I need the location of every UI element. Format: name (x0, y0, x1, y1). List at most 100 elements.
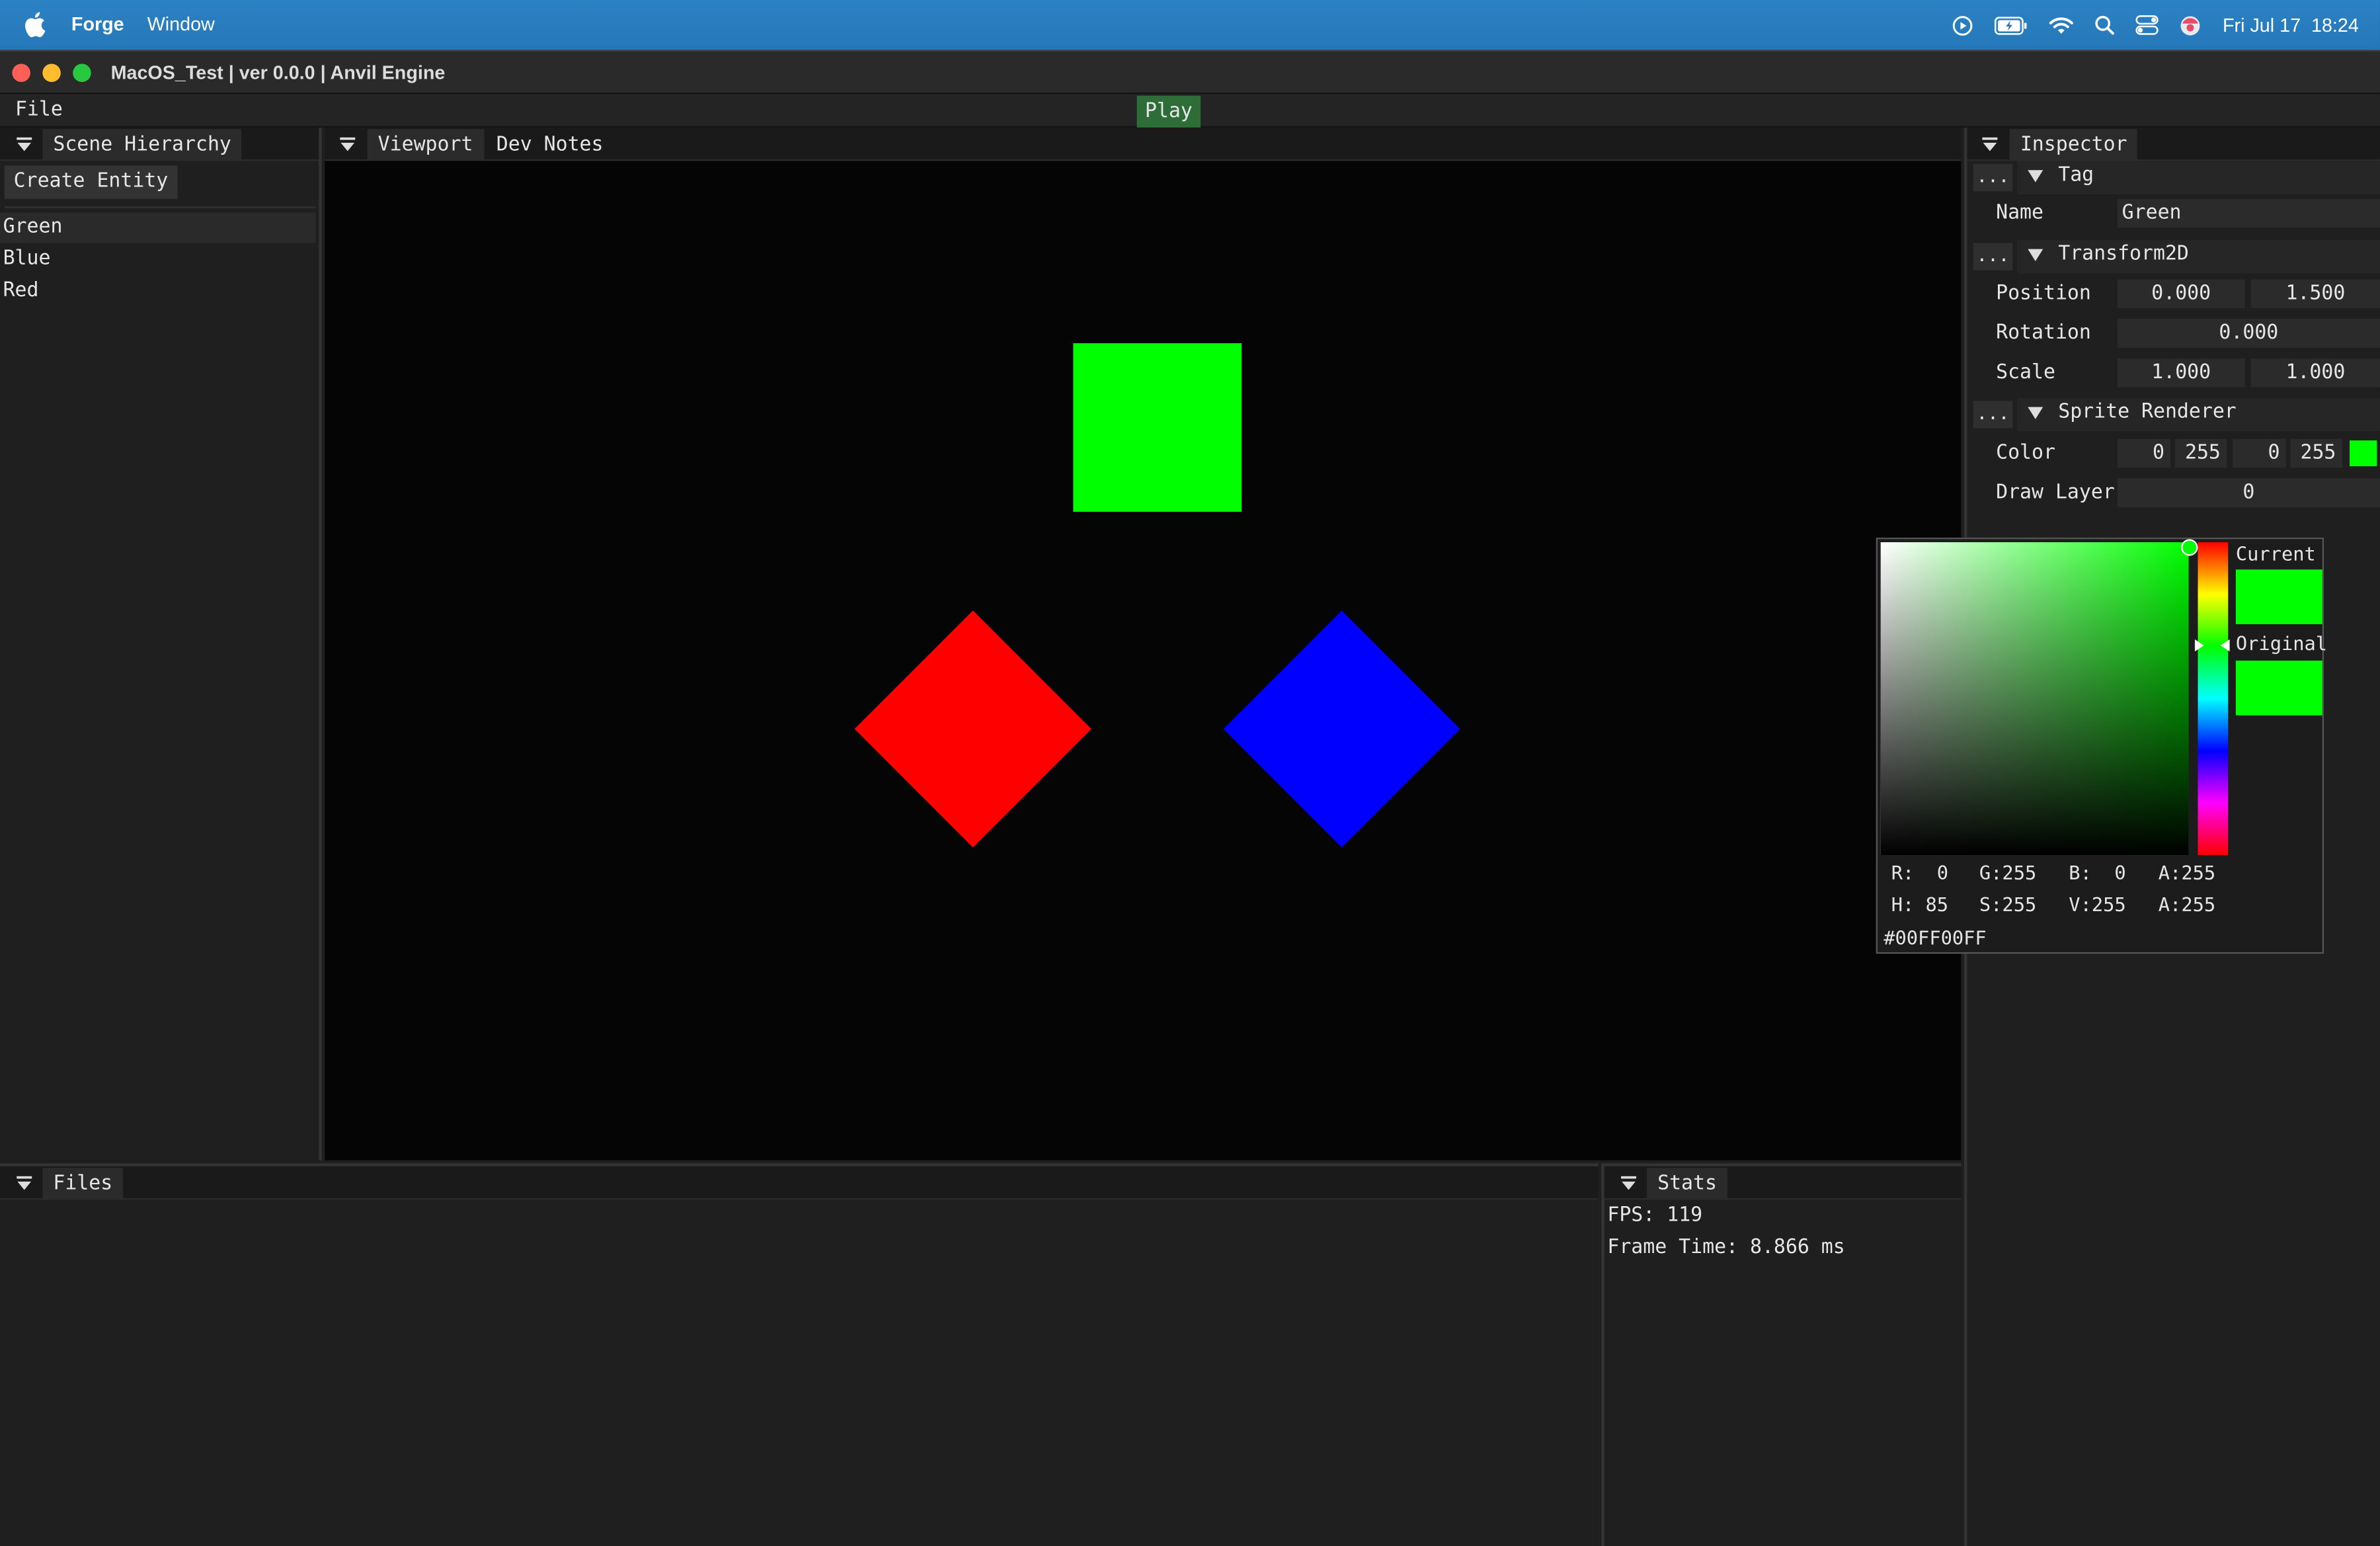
panel-collapse-icon[interactable] (338, 135, 357, 153)
hsv-s-value[interactable]: S:255 (1979, 893, 2036, 915)
color-swatch-button[interactable] (2350, 440, 2377, 467)
triangle-down-icon (2028, 249, 2043, 262)
hsv-h-value[interactable]: H: 85 (1891, 893, 1948, 915)
search-icon[interactable] (2095, 0, 2115, 50)
hsv-v-value[interactable]: V:255 (2069, 893, 2125, 915)
inspector-header: Inspector (1967, 127, 2380, 161)
position-label: Position (1996, 282, 2091, 305)
scene-hierarchy-header: Scene Hierarchy (0, 127, 319, 161)
sv-cursor-handle[interactable] (2181, 539, 2198, 556)
tab-inspector[interactable]: Inspector (2009, 129, 2138, 161)
screen: Forge Window Fri Jul 17 18:24 MacOS_Test… (0, 0, 2380, 1546)
panel-collapse-icon[interactable] (1981, 135, 1999, 153)
position-y-field[interactable]: 1.500 (2250, 279, 2380, 309)
name-label: Name (1996, 202, 2043, 225)
apple-logo-icon[interactable] (24, 11, 46, 38)
app-menubar: File Play (0, 94, 2380, 128)
entity-item-green[interactable]: Green (0, 212, 316, 243)
component-options-button[interactable]: ... (1973, 243, 2013, 270)
transform-title: Transform2D (2058, 243, 2189, 266)
sprite-collapsing-header[interactable]: Sprite Renderer (2017, 397, 2380, 432)
window-minimize-button[interactable] (42, 63, 61, 83)
frame-time-readout: Frame Time: 8.866 ms (1607, 1236, 1845, 1259)
tab-dev-notes[interactable]: Dev Notes (486, 129, 614, 161)
tab-files[interactable]: Files (42, 1168, 124, 1200)
rgb-a-value[interactable]: A:255 (2159, 861, 2215, 883)
status-area: Fri Jul 17 18:24 (1931, 0, 2380, 50)
sprite-title: Sprite Renderer (2058, 401, 2237, 424)
hsv-a-value[interactable]: A:255 (2159, 893, 2215, 915)
color-picker-popup: Current Original R: 0 G:255 B: 0 A:255 H… (1876, 538, 2328, 954)
color-b-field[interactable]: 0 (2233, 438, 2286, 468)
stats-panel: Stats FPS: 119 Frame Time: 8.866 ms (1601, 1163, 1962, 1546)
color-a-field[interactable]: 255 (2290, 438, 2342, 468)
blue-diamond-sprite[interactable] (1223, 610, 1460, 848)
color-g-field[interactable]: 255 (2175, 438, 2227, 468)
rgb-g-value[interactable]: G:255 (1979, 861, 2036, 883)
component-options-button[interactable]: ... (1973, 164, 2013, 192)
panel-collapse-icon[interactable] (1620, 1174, 1638, 1192)
files-header: Files (0, 1166, 1599, 1200)
hue-marker-left-icon (2194, 639, 2204, 652)
file-menu[interactable]: File (15, 99, 63, 121)
panel-collapse-icon[interactable] (15, 1174, 34, 1192)
menu-window[interactable]: Window (147, 14, 215, 35)
hue-marker-right-icon (2220, 639, 2230, 652)
window-title: MacOS_Test | ver 0.0.0 | Anvil Engine (110, 62, 446, 84)
menubar-clock[interactable]: Fri Jul 17 18:24 (2223, 15, 2359, 36)
tag-component-header: ... Tag (1967, 161, 2380, 194)
color-r-field[interactable]: 0 (2117, 438, 2171, 468)
window-maximize-button[interactable] (73, 63, 91, 83)
draw-layer-label: Draw Layer (1996, 481, 2115, 505)
original-color-swatch[interactable] (2235, 661, 2322, 715)
stats-header: Stats (1604, 1166, 1962, 1200)
viewport-panel: Viewport Dev Notes (325, 127, 1962, 1160)
tab-viewport[interactable]: Viewport (367, 129, 484, 161)
entity-item-red[interactable]: Red (0, 276, 316, 307)
scene-canvas[interactable] (325, 161, 1962, 1160)
saturation-value-square[interactable] (1880, 539, 2198, 856)
green-square-sprite[interactable] (1073, 343, 1242, 512)
battery-icon[interactable] (1995, 0, 2029, 50)
rgb-b-value[interactable]: B: 0 (2069, 861, 2125, 883)
scale-x-field[interactable]: 1.000 (2117, 358, 2245, 387)
rotation-field[interactable]: 0.000 (2117, 319, 2380, 348)
fps-readout: FPS: 119 (1607, 1204, 1703, 1227)
macos-menubar: Forge Window Fri Jul 17 18:24 (0, 0, 2380, 50)
create-entity-button[interactable]: Create Entity (4, 165, 178, 199)
scale-y-field[interactable]: 1.000 (2250, 358, 2380, 387)
app-menu-forge[interactable]: Forge (71, 14, 124, 35)
rotation-label: Rotation (1996, 321, 2091, 345)
name-field[interactable]: Green (2117, 198, 2380, 228)
original-label: Original (2235, 631, 2328, 655)
files-panel: Files (0, 1163, 1599, 1546)
window-close-button[interactable] (12, 63, 30, 83)
play-circle-icon[interactable] (1952, 0, 1973, 50)
tab-stats[interactable]: Stats (1647, 1168, 1728, 1200)
panel-collapse-icon[interactable] (15, 135, 34, 153)
tag-collapsing-header[interactable]: Tag (2017, 161, 2380, 194)
scale-label: Scale (1996, 361, 2055, 385)
window-titlebar: MacOS_Test | ver 0.0.0 | Anvil Engine (0, 50, 2380, 95)
transform-collapsing-header[interactable]: Transform2D (2017, 239, 2380, 274)
rgb-r-value[interactable]: R: 0 (1891, 861, 1948, 883)
triangle-down-icon (2028, 170, 2043, 183)
wifi-icon[interactable] (2049, 0, 2074, 50)
component-options-button[interactable]: ... (1973, 401, 2013, 428)
hue-slider[interactable] (2198, 542, 2229, 856)
entity-item-blue[interactable]: Blue (0, 245, 316, 275)
viewport-header: Viewport Dev Notes (325, 127, 1962, 161)
user-avatar-icon[interactable] (2180, 0, 2202, 50)
draw-layer-field[interactable]: 0 (2117, 478, 2380, 508)
scene-hierarchy-panel: Scene Hierarchy Create Entity Green Blue… (0, 127, 322, 1160)
position-x-field[interactable]: 0.000 (2117, 279, 2245, 309)
play-button[interactable]: Play (1136, 95, 1201, 128)
red-diamond-sprite[interactable] (854, 610, 1091, 848)
tab-scene-hierarchy[interactable]: Scene Hierarchy (42, 129, 242, 161)
transform-component-header: ... Transform2D (1967, 239, 2380, 274)
current-label: Current (2235, 542, 2316, 565)
control-center-icon[interactable] (2136, 0, 2159, 50)
tag-title: Tag (2058, 164, 2094, 187)
current-color-swatch (2235, 569, 2322, 624)
hex-value-field[interactable]: #00FF00FF (1884, 926, 1987, 949)
